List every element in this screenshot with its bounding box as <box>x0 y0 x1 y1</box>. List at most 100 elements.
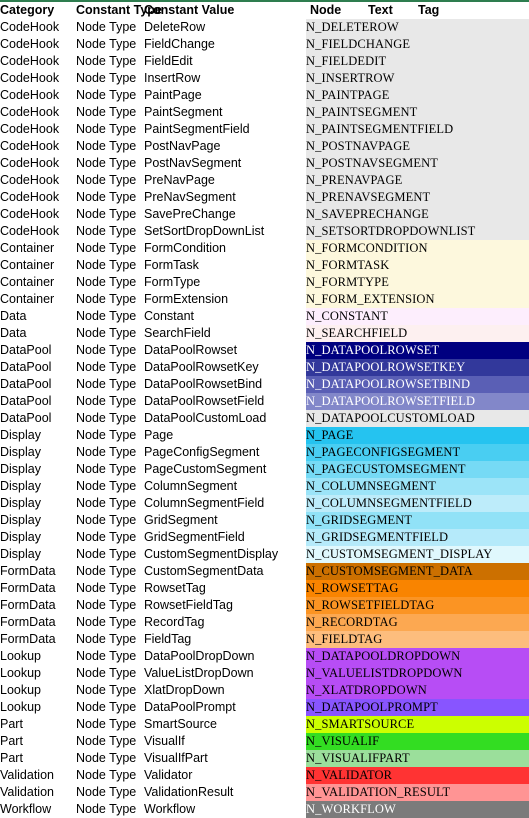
table-row[interactable]: Container Node Type FormCondition N_FORMCON… <box>0 240 529 257</box>
cell-constant-value[interactable]: GridSegment <box>144 512 306 529</box>
cell-constant-value[interactable]: CustomSegmentDisplay <box>144 546 306 563</box>
cell-node[interactable]: N_VISUALIFPART <box>306 750 529 767</box>
cell-constant-type[interactable]: Node Type <box>76 648 144 665</box>
cell-node[interactable]: N_SEARCHFIELD <box>306 325 529 342</box>
cell-category[interactable]: DataPool <box>0 376 76 393</box>
cell-constant-value[interactable]: FormTask <box>144 257 306 274</box>
cell-node[interactable]: N_DATAPOOLROWSETBIND <box>306 376 529 393</box>
cell-category[interactable]: CodeHook <box>0 223 76 240</box>
table-row[interactable]: CodeHook Node Type PreNavPage N_PRENAVPAGE <box>0 172 529 189</box>
table-row[interactable]: CodeHook Node Type PostNavPage N_POSTNAVPAG… <box>0 138 529 155</box>
cell-category[interactable]: FormData <box>0 614 76 631</box>
table-row[interactable]: Lookup Node Type DataPoolPrompt N_DATAPOOLP… <box>0 699 529 716</box>
cell-node[interactable]: N_SAVEPRECHANGE <box>306 206 529 223</box>
cell-category[interactable]: Display <box>0 529 76 546</box>
cell-node[interactable]: N_GRIDSEGMENTFIELD <box>306 529 529 546</box>
cell-constant-value[interactable]: PaintSegment <box>144 104 306 121</box>
cell-category[interactable]: Workflow <box>0 801 76 818</box>
cell-constant-value[interactable]: FieldEdit <box>144 53 306 70</box>
cell-category[interactable]: FormData <box>0 563 76 580</box>
cell-node[interactable]: N_PAINTSEGMENTFIELD <box>306 121 529 138</box>
cell-node[interactable]: N_FORMTASK <box>306 257 529 274</box>
table-row[interactable]: CodeHook Node Type FieldChange N_FIELDCHANG… <box>0 36 529 53</box>
cell-constant-type[interactable]: Node Type <box>76 410 144 427</box>
cell-constant-value[interactable]: RecordTag <box>144 614 306 631</box>
table-row[interactable]: CodeHook Node Type PreNavSegment N_PRENAVSE… <box>0 189 529 206</box>
table-row[interactable]: CodeHook Node Type PaintSegmentField N_PAIN… <box>0 121 529 138</box>
cell-constant-value[interactable]: XlatDropDown <box>144 682 306 699</box>
cell-constant-type[interactable]: Node Type <box>76 274 144 291</box>
cell-node[interactable]: N_DATAPOOLROWSETKEY <box>306 359 529 376</box>
cell-constant-value[interactable]: Workflow <box>144 801 306 818</box>
cell-node[interactable]: N_PAINTSEGMENT <box>306 104 529 121</box>
cell-constant-value[interactable]: FieldTag <box>144 631 306 648</box>
cell-constant-value[interactable]: DataPoolRowsetBind <box>144 376 306 393</box>
cell-node[interactable]: N_POSTNAVSEGMENT <box>306 155 529 172</box>
cell-category[interactable]: Part <box>0 733 76 750</box>
cell-constant-value[interactable]: SearchField <box>144 325 306 342</box>
cell-category[interactable]: CodeHook <box>0 155 76 172</box>
cell-constant-value[interactable]: SmartSource <box>144 716 306 733</box>
table-row[interactable]: Data Node Type Constant N_CONSTANT <box>0 308 529 325</box>
table-row[interactable]: FormData Node Type FieldTag N_FIELDTAG <box>0 631 529 648</box>
cell-constant-type[interactable]: Node Type <box>76 529 144 546</box>
table-row[interactable]: Display Node Type ColumnSegmentField N_COLU… <box>0 495 529 512</box>
cell-node[interactable]: N_COLUMNSEGMENT <box>306 478 529 495</box>
cell-constant-type[interactable]: Node Type <box>76 138 144 155</box>
cell-constant-value[interactable]: FormExtension <box>144 291 306 308</box>
cell-constant-type[interactable]: Node Type <box>76 172 144 189</box>
cell-constant-type[interactable]: Node Type <box>76 189 144 206</box>
cell-constant-type[interactable]: Node Type <box>76 359 144 376</box>
cell-category[interactable]: DataPool <box>0 393 76 410</box>
cell-constant-value[interactable]: DataPoolRowsetField <box>144 393 306 410</box>
cell-node[interactable]: N_DATAPOOLROWSET <box>306 342 529 359</box>
cell-category[interactable]: Lookup <box>0 648 76 665</box>
cell-node[interactable]: N_XLATDROPDOWN <box>306 682 529 699</box>
cell-category[interactable]: Display <box>0 461 76 478</box>
cell-constant-type[interactable]: Node Type <box>76 240 144 257</box>
cell-category[interactable]: Display <box>0 427 76 444</box>
cell-constant-type[interactable]: Node Type <box>76 444 144 461</box>
cell-constant-type[interactable]: Node Type <box>76 342 144 359</box>
cell-category[interactable]: Display <box>0 478 76 495</box>
cell-category[interactable]: CodeHook <box>0 53 76 70</box>
table-row[interactable]: Display Node Type GridSegment N_GRIDSEGMENT <box>0 512 529 529</box>
cell-constant-type[interactable]: Node Type <box>76 801 144 818</box>
cell-constant-type[interactable]: Node Type <box>76 104 144 121</box>
cell-constant-value[interactable]: VisualIf <box>144 733 306 750</box>
table-row[interactable]: Part Node Type SmartSource N_SMARTSOURCE <box>0 716 529 733</box>
cell-constant-type[interactable]: Node Type <box>76 495 144 512</box>
cell-node[interactable]: N_PRENAVPAGE <box>306 172 529 189</box>
cell-constant-type[interactable]: Node Type <box>76 546 144 563</box>
cell-constant-value[interactable]: Validator <box>144 767 306 784</box>
cell-constant-value[interactable]: VisualIfPart <box>144 750 306 767</box>
cell-node[interactable]: N_PAGECONFIGSEGMENT <box>306 444 529 461</box>
cell-node[interactable]: N_VALUELISTDROPDOWN <box>306 665 529 682</box>
cell-category[interactable]: Validation <box>0 767 76 784</box>
cell-node[interactable]: N_PAGE <box>306 427 529 444</box>
cell-constant-value[interactable]: PageCustomSegment <box>144 461 306 478</box>
cell-constant-value[interactable]: PreNavSegment <box>144 189 306 206</box>
table-row[interactable]: DataPool Node Type DataPoolRowset N_DATAPOO… <box>0 342 529 359</box>
table-row[interactable]: Data Node Type SearchField N_SEARCHFIELD <box>0 325 529 342</box>
cell-constant-type[interactable]: Node Type <box>76 767 144 784</box>
cell-constant-type[interactable]: Node Type <box>76 223 144 240</box>
cell-category[interactable]: DataPool <box>0 410 76 427</box>
cell-constant-value[interactable]: DataPoolDropDown <box>144 648 306 665</box>
cell-node[interactable]: N_CUSTOMSEGMENT_DATA <box>306 563 529 580</box>
cell-node[interactable]: N_FORMTYPE <box>306 274 529 291</box>
cell-node[interactable]: N_FIELDCHANGE <box>306 36 529 53</box>
cell-constant-value[interactable]: Page <box>144 427 306 444</box>
cell-category[interactable]: Data <box>0 308 76 325</box>
cell-node[interactable]: N_FORMCONDITION <box>306 240 529 257</box>
cell-constant-value[interactable]: DataPoolRowsetKey <box>144 359 306 376</box>
cell-node[interactable]: N_VALIDATOR <box>306 767 529 784</box>
cell-constant-type[interactable]: Node Type <box>76 716 144 733</box>
cell-category[interactable]: CodeHook <box>0 87 76 104</box>
cell-category[interactable]: Lookup <box>0 699 76 716</box>
cell-constant-value[interactable]: PostNavSegment <box>144 155 306 172</box>
cell-node[interactable]: N_FIELDTAG <box>306 631 529 648</box>
table-row[interactable]: DataPool Node Type DataPoolRowsetBind N_DAT… <box>0 376 529 393</box>
table-row[interactable]: Display Node Type ColumnSegment N_COLUMNSEG… <box>0 478 529 495</box>
cell-category[interactable]: FormData <box>0 597 76 614</box>
